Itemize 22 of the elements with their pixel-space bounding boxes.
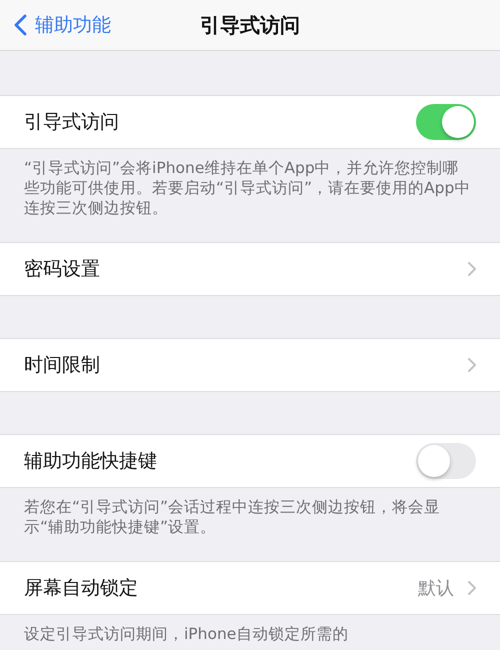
toggle-switch[interactable] [416,104,476,140]
row-value: 默认 [418,577,454,600]
back-button[interactable]: 辅助功能 [14,12,111,38]
chevron-right-icon [468,581,476,595]
footer-note: 设定引导式访问期间，iPhone自动锁定所需的 [23,624,350,645]
chevron-right-icon [468,262,476,276]
back-chevron-icon [14,14,27,36]
row-label: 引导式访问 [24,110,119,135]
chevron-right-icon [468,358,476,372]
settings-row[interactable]: 引导式访问 [0,95,500,149]
settings-row[interactable]: 密码设置 [0,242,500,296]
row-label: 屏幕自动锁定 [24,576,138,601]
settings-row[interactable]: 辅助功能快捷键 [0,434,500,488]
toggle-switch[interactable] [416,443,476,479]
settings-row[interactable]: 屏幕自动锁定 默认 [0,561,500,615]
row-label: 时间限制 [24,353,100,378]
footer-note: “引导式访问”会将iPhone维持在单个App中，并允许您控制哪些功能可供使用。若要启动“引导式访问”，请在要使用的App中连按三次侧边按钮。 [23,158,472,219]
footer-note: 若您在“引导式访问”会话过程中连按三次侧边按钮，将会显示“辅助功能快捷键”设置。 [23,497,442,538]
row-label: 辅助功能快捷键 [24,449,157,474]
screen-title: 引导式访问 [200,12,300,38]
settings-row[interactable]: 时间限制 [0,338,500,392]
row-label: 密码设置 [24,257,100,282]
